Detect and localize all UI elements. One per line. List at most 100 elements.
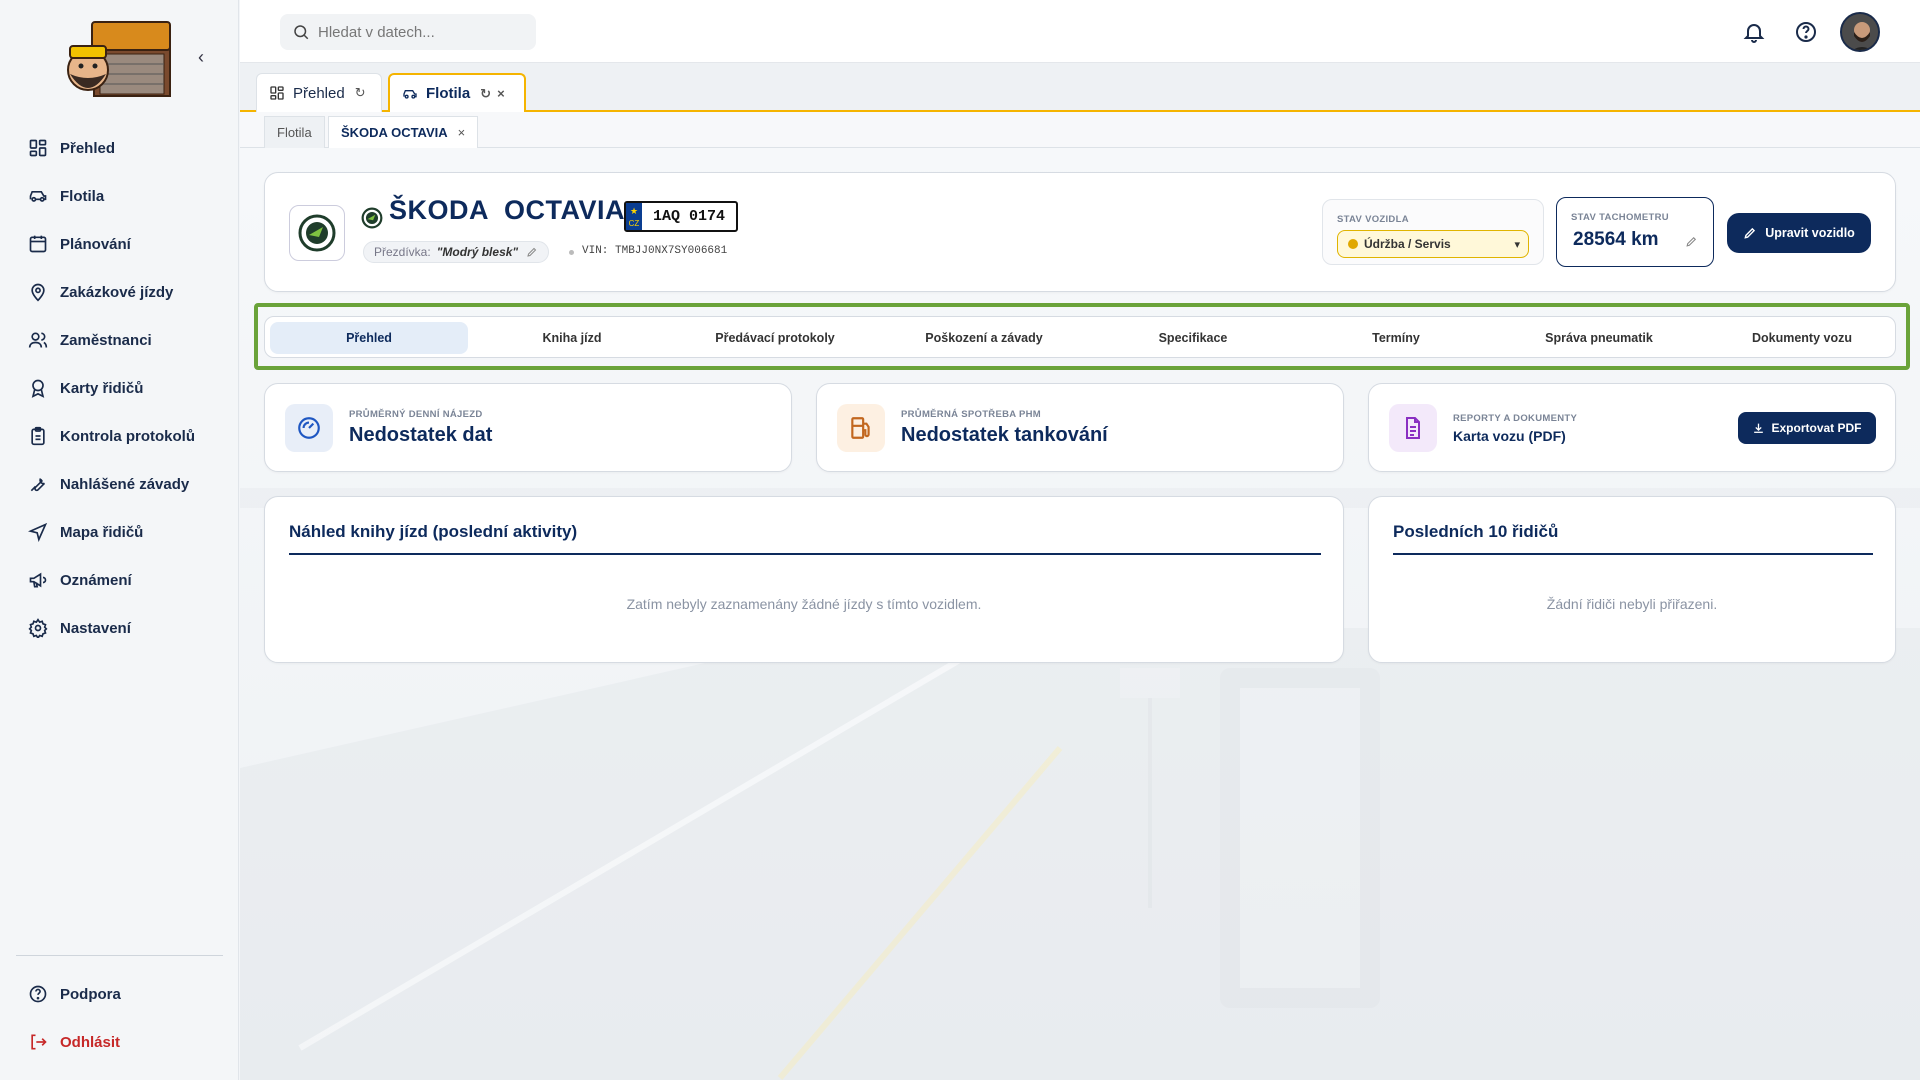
sub-tab-bar: Flotila ŠKODA OCTAVIA × bbox=[240, 112, 1920, 148]
export-pdf-button[interactable]: Exportovat PDF bbox=[1738, 412, 1876, 444]
tab-prehled[interactable]: Přehled bbox=[270, 322, 468, 354]
tab-terminy[interactable]: Termíny bbox=[1297, 322, 1495, 354]
kpi-value: Nedostatek tankování bbox=[901, 424, 1108, 446]
chevron-down-icon: ▾ bbox=[1514, 238, 1520, 251]
tab-label: Flotila bbox=[426, 85, 471, 102]
vehicle-detail-tabs: Přehled Kniha jízd Předávací protokoly P… bbox=[264, 316, 1896, 358]
topbar bbox=[240, 0, 1920, 63]
users-icon bbox=[28, 332, 48, 348]
kpi-label: PRŮMĚRNÁ SPOTŘEBA PHM bbox=[901, 409, 1042, 420]
refresh-icon[interactable]: ↻ bbox=[480, 86, 491, 102]
sidebar-item-zamestnanci[interactable]: Zaměstnanci bbox=[0, 316, 239, 364]
help-icon bbox=[29, 985, 47, 1003]
status-label: STAV VOZIDLA bbox=[1337, 214, 1409, 225]
document-icon bbox=[1389, 404, 1437, 452]
download-icon bbox=[1754, 423, 1764, 433]
sidebar-item-label: Přehled bbox=[60, 139, 116, 157]
separator-dot bbox=[569, 250, 574, 255]
wrench-icon bbox=[30, 478, 46, 492]
tab-kniha-jizd[interactable]: Kniha jízd bbox=[473, 322, 671, 354]
gear-icon bbox=[28, 618, 48, 638]
sidebar-item-label: Karty řidičů bbox=[60, 379, 144, 397]
tab-predavaci-protokoly[interactable]: Předávací protokoly bbox=[676, 322, 874, 354]
nickname-value: "Modrý blesk" bbox=[436, 245, 519, 259]
plate-country: ★ CZ bbox=[626, 203, 642, 230]
odometer-value: 28564 km bbox=[1573, 229, 1659, 250]
bell-icon[interactable] bbox=[1742, 20, 1766, 44]
help-icon[interactable] bbox=[1794, 20, 1818, 44]
sidebar-item-karty-ridicu[interactable]: Karty řidičů bbox=[0, 364, 239, 412]
status-value: Údržba / Servis bbox=[1364, 237, 1451, 251]
subtab-skoda-octavia[interactable]: ŠKODA OCTAVIA × bbox=[328, 116, 479, 148]
sidebar: ‹ Přehled Flotila Plánování Zakázkové jí… bbox=[0, 0, 239, 1080]
nickname-chip[interactable]: Přezdívka: "Modrý blesk" bbox=[363, 241, 550, 263]
gauge-icon bbox=[285, 404, 333, 452]
subtab-label: Flotila bbox=[277, 125, 312, 140]
kpi-daily-mileage-card: PRŮMĚRNÝ DENNÍ NÁJEZD Nedostatek dat bbox=[264, 383, 792, 472]
odometer-box: STAV TACHOMETRU 28564 km bbox=[1556, 197, 1714, 267]
navigation-icon bbox=[28, 522, 48, 542]
sidebar-item-prehled[interactable]: Přehled bbox=[0, 124, 239, 172]
tab-label: Přehled bbox=[293, 84, 345, 102]
vehicle-header-card: ŠKODA OCTAVIA ★ CZ 1AQ 0174 Přezdívka: "M… bbox=[264, 172, 1896, 292]
search-input[interactable] bbox=[318, 23, 518, 41]
logout-icon bbox=[31, 1034, 47, 1050]
license-plate: ★ CZ 1AQ 0174 bbox=[624, 201, 738, 232]
tab-label: Specifikace bbox=[1158, 331, 1228, 345]
tab-poskozeni-a-zavady[interactable]: Poškození a závady bbox=[879, 322, 1089, 354]
subtab-label: ŠKODA OCTAVIA bbox=[341, 125, 448, 140]
award-icon bbox=[31, 379, 45, 398]
avatar[interactable] bbox=[1840, 12, 1880, 52]
logout-button[interactable]: Odhlásit bbox=[0, 1018, 239, 1066]
vin-code: VIN: TMBJJ0NX7SY006681 bbox=[582, 245, 728, 257]
sidebar-item-nastaveni[interactable]: Nastavení bbox=[0, 604, 239, 652]
sidebar-item-oznameni[interactable]: Oznámení bbox=[0, 556, 239, 604]
sidebar-item-planovani[interactable]: Plánování bbox=[0, 220, 239, 268]
vehicle-title: ŠKODA OCTAVIA bbox=[389, 195, 625, 225]
recent-drivers-panel: Posledních 10 řidičů Žádní řidiči nebyli… bbox=[1368, 496, 1896, 663]
sidebar-item-label: Mapa řidičů bbox=[60, 523, 144, 541]
tab-flotila[interactable]: Flotila ↻ × bbox=[388, 73, 526, 112]
tab-specifikace[interactable]: Specifikace bbox=[1094, 322, 1292, 354]
edit-vehicle-button[interactable]: Upravit vozidlo bbox=[1727, 213, 1871, 253]
nickname-label: Přezdívka: bbox=[374, 245, 431, 259]
sidebar-item-kontrola-protokolu[interactable]: Kontrola protokolů bbox=[0, 412, 239, 460]
odometer-label: STAV TACHOMETRU bbox=[1571, 212, 1669, 223]
panel-title: Posledních 10 řidičů bbox=[1393, 522, 1559, 541]
sidebar-item-label: Odhlásit bbox=[60, 1033, 121, 1051]
vehicle-status-box: STAV VOZIDLA Údržba / Servis ▾ bbox=[1322, 199, 1544, 265]
sidebar-item-nahlasene-zavady[interactable]: Nahlášené závady bbox=[0, 460, 239, 508]
sidebar-item-label: Flotila bbox=[60, 187, 105, 205]
tab-dokumenty-vozu[interactable]: Dokumenty vozu bbox=[1703, 322, 1901, 354]
close-icon[interactable]: × bbox=[497, 86, 505, 101]
sidebar-item-mapa-ridicu[interactable]: Mapa řidičů bbox=[0, 508, 239, 556]
tab-sprava-pneumatik[interactable]: Správa pneumatik bbox=[1500, 322, 1698, 354]
tab-label: Správa pneumatik bbox=[1545, 331, 1653, 345]
sidebar-item-label: Nastavení bbox=[60, 619, 131, 637]
sidebar-item-zakazkove-jizdy[interactable]: Zakázkové jízdy bbox=[0, 268, 239, 316]
reports-card: REPORTY A DOKUMENTY Karta vozu (PDF) Exp… bbox=[1368, 383, 1896, 472]
collapse-sidebar-button[interactable]: ‹ bbox=[190, 46, 212, 68]
sidebar-item-podpora[interactable]: Podpora bbox=[0, 970, 239, 1018]
car-icon bbox=[403, 89, 417, 99]
grid-icon bbox=[270, 86, 284, 100]
grid-icon bbox=[29, 139, 47, 157]
skoda-logo bbox=[289, 205, 345, 261]
skoda-badge-icon bbox=[361, 207, 383, 229]
status-select[interactable]: Údržba / Servis ▾ bbox=[1337, 230, 1529, 258]
subtab-flotila[interactable]: Flotila bbox=[264, 116, 325, 148]
pencil-icon[interactable] bbox=[526, 246, 538, 258]
sidebar-item-flotila[interactable]: Flotila bbox=[0, 172, 239, 220]
search-box[interactable] bbox=[280, 14, 536, 50]
kpi-value: Karta vozu (PDF) bbox=[1453, 428, 1566, 444]
panel-title: Náhled knihy jízd (poslední aktivity) bbox=[289, 522, 578, 541]
sidebar-nav: Přehled Flotila Plánování Zakázkové jízd… bbox=[0, 124, 239, 652]
app-logo[interactable] bbox=[64, 20, 176, 98]
megaphone-icon bbox=[29, 572, 47, 588]
refresh-icon[interactable]: ↻ bbox=[355, 85, 366, 101]
tab-label: Předávací protokoly bbox=[715, 331, 835, 345]
export-pdf-label: Exportovat PDF bbox=[1771, 421, 1862, 435]
close-icon[interactable]: × bbox=[458, 125, 466, 140]
tab-prehled[interactable]: Přehled ↻ bbox=[256, 73, 382, 112]
pencil-icon[interactable] bbox=[1685, 235, 1698, 248]
